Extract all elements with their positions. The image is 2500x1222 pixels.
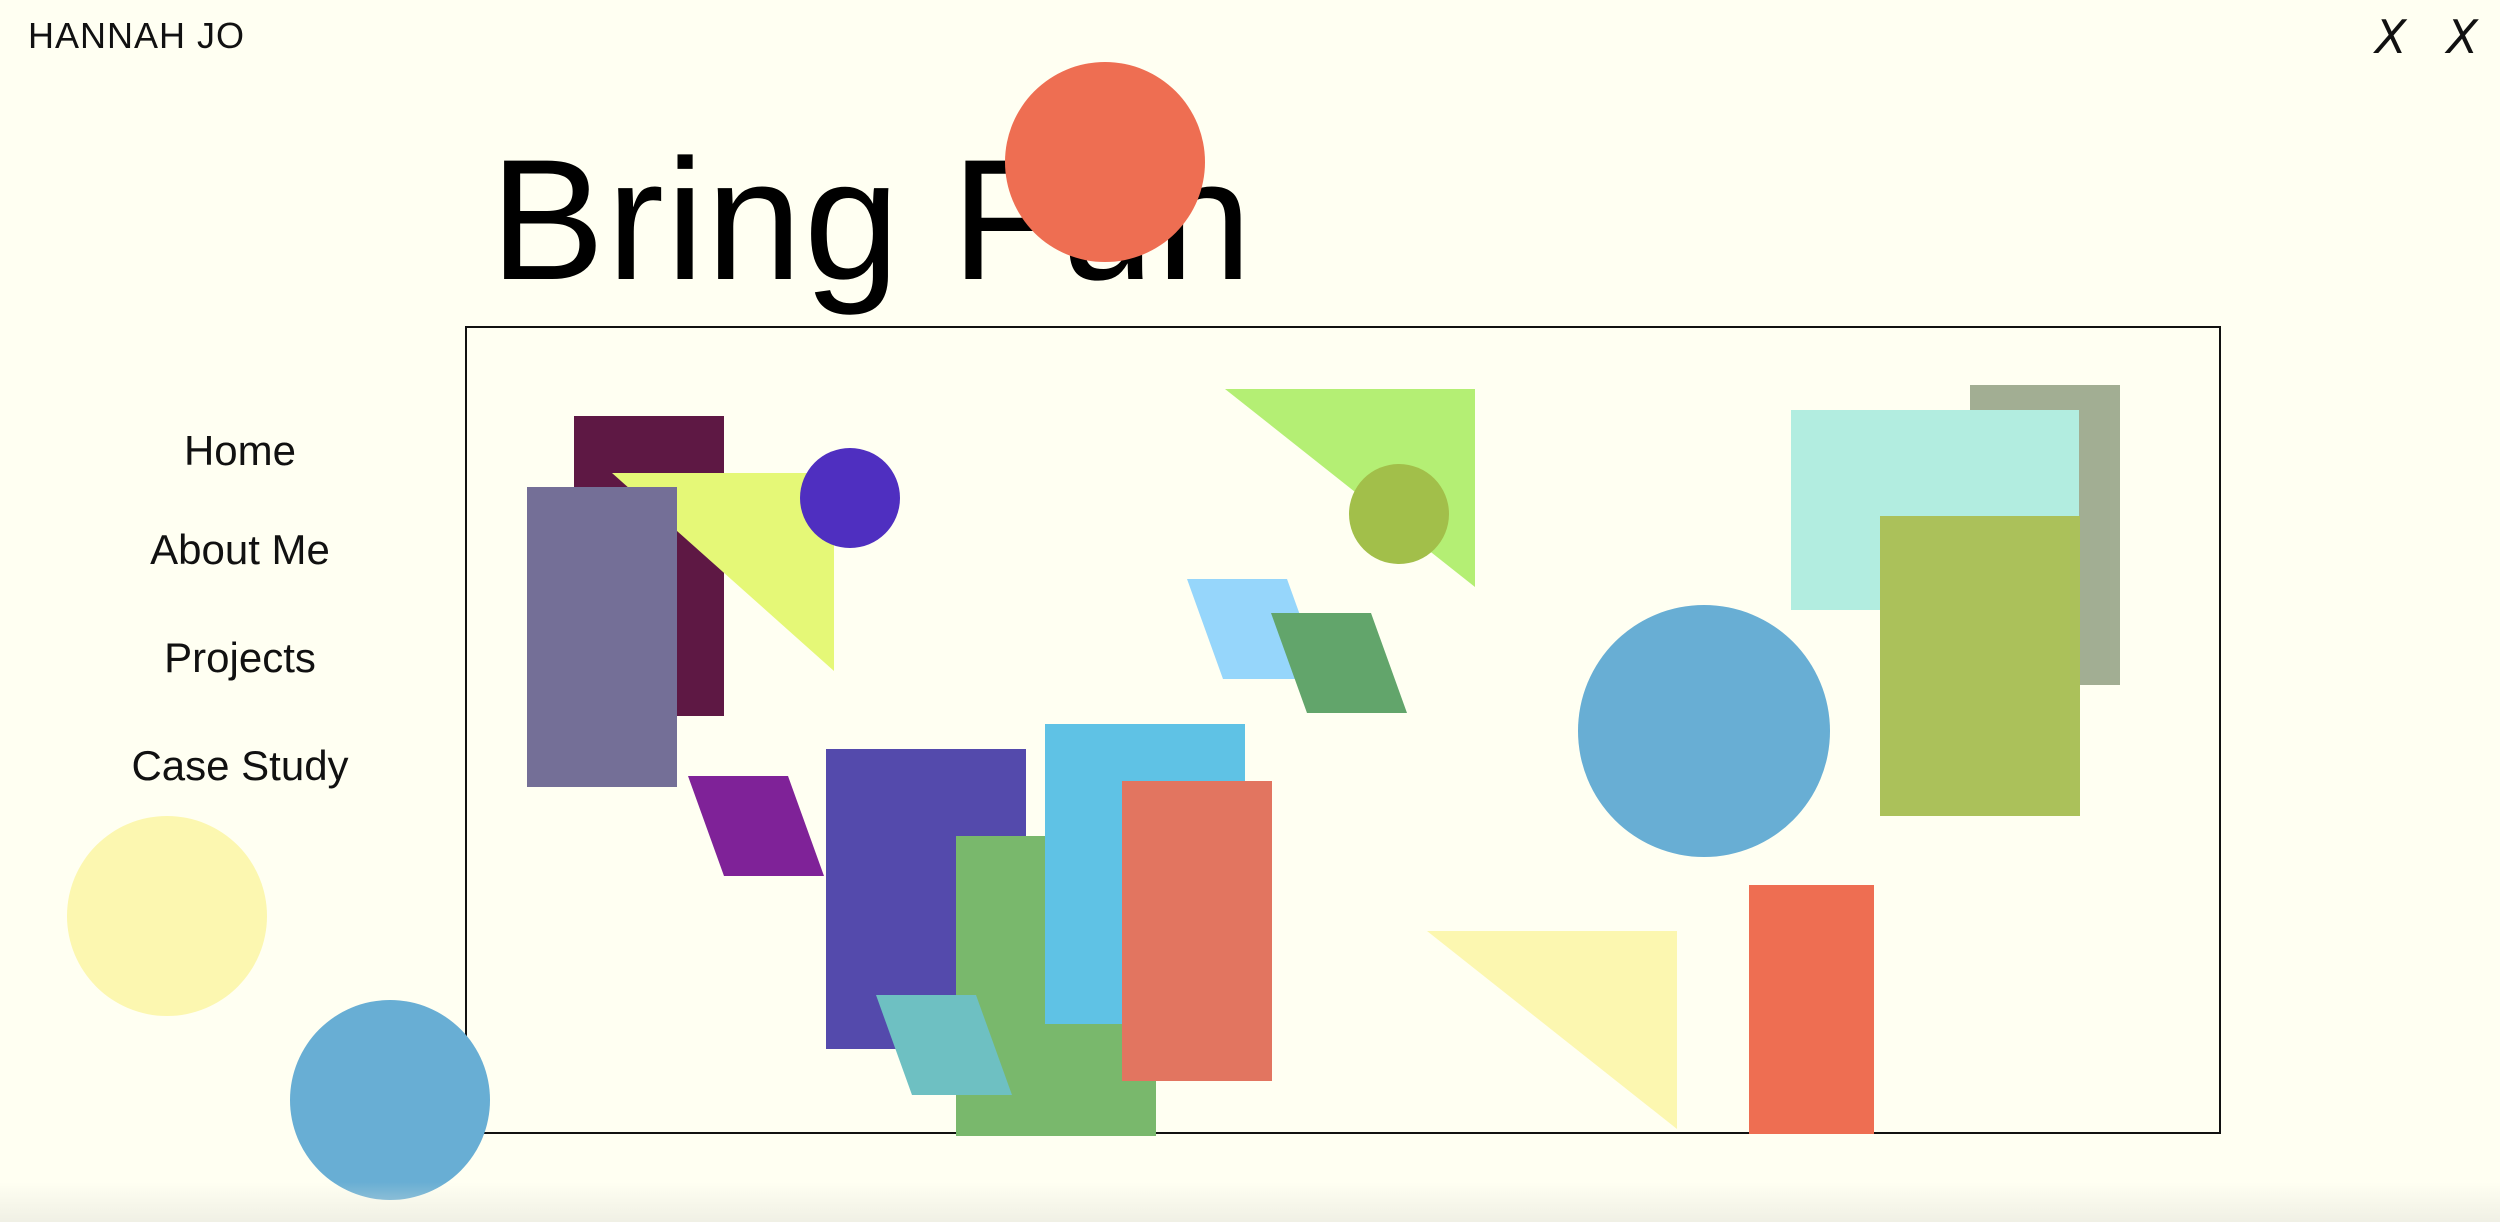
- olive-circle: [1349, 464, 1449, 564]
- coral-rectangle: [1749, 885, 1874, 1134]
- shapes-canvas: [465, 326, 2221, 1136]
- nav-item-projects[interactable]: Projects: [0, 632, 480, 684]
- sky-blue-circle: [1578, 605, 1830, 857]
- forest-parallelogram: [1271, 613, 1407, 713]
- brand-logo[interactable]: HANNAH JO: [28, 14, 245, 58]
- purple-parallelogram: [688, 776, 824, 876]
- pale-yellow-triangle: [1427, 931, 1677, 1129]
- close-icon[interactable]: X: [2375, 10, 2407, 64]
- indigo-circle: [800, 448, 900, 548]
- sky-blue-circle-decoration: [290, 1000, 490, 1200]
- nav-item-case-study[interactable]: Case Study: [0, 740, 480, 792]
- nav-item-home[interactable]: Home: [0, 425, 480, 477]
- page: HANNAH JO X X Bring Fun Home About Me Pr…: [0, 0, 2500, 1222]
- pale-yellow-circle-decoration: [67, 816, 267, 1016]
- close-icon[interactable]: X: [2446, 10, 2478, 64]
- salmon-rectangle: [1122, 781, 1272, 1081]
- nav-item-about-me[interactable]: About Me: [0, 524, 480, 576]
- bottom-fade: [0, 1182, 2500, 1222]
- slate-purple-rectangle: [527, 487, 677, 787]
- teal-parallelogram: [876, 995, 1012, 1095]
- moss-rectangle: [1880, 516, 2080, 816]
- header-actions: X X: [2375, 10, 2478, 64]
- coral-circle-decoration: [1005, 62, 1205, 262]
